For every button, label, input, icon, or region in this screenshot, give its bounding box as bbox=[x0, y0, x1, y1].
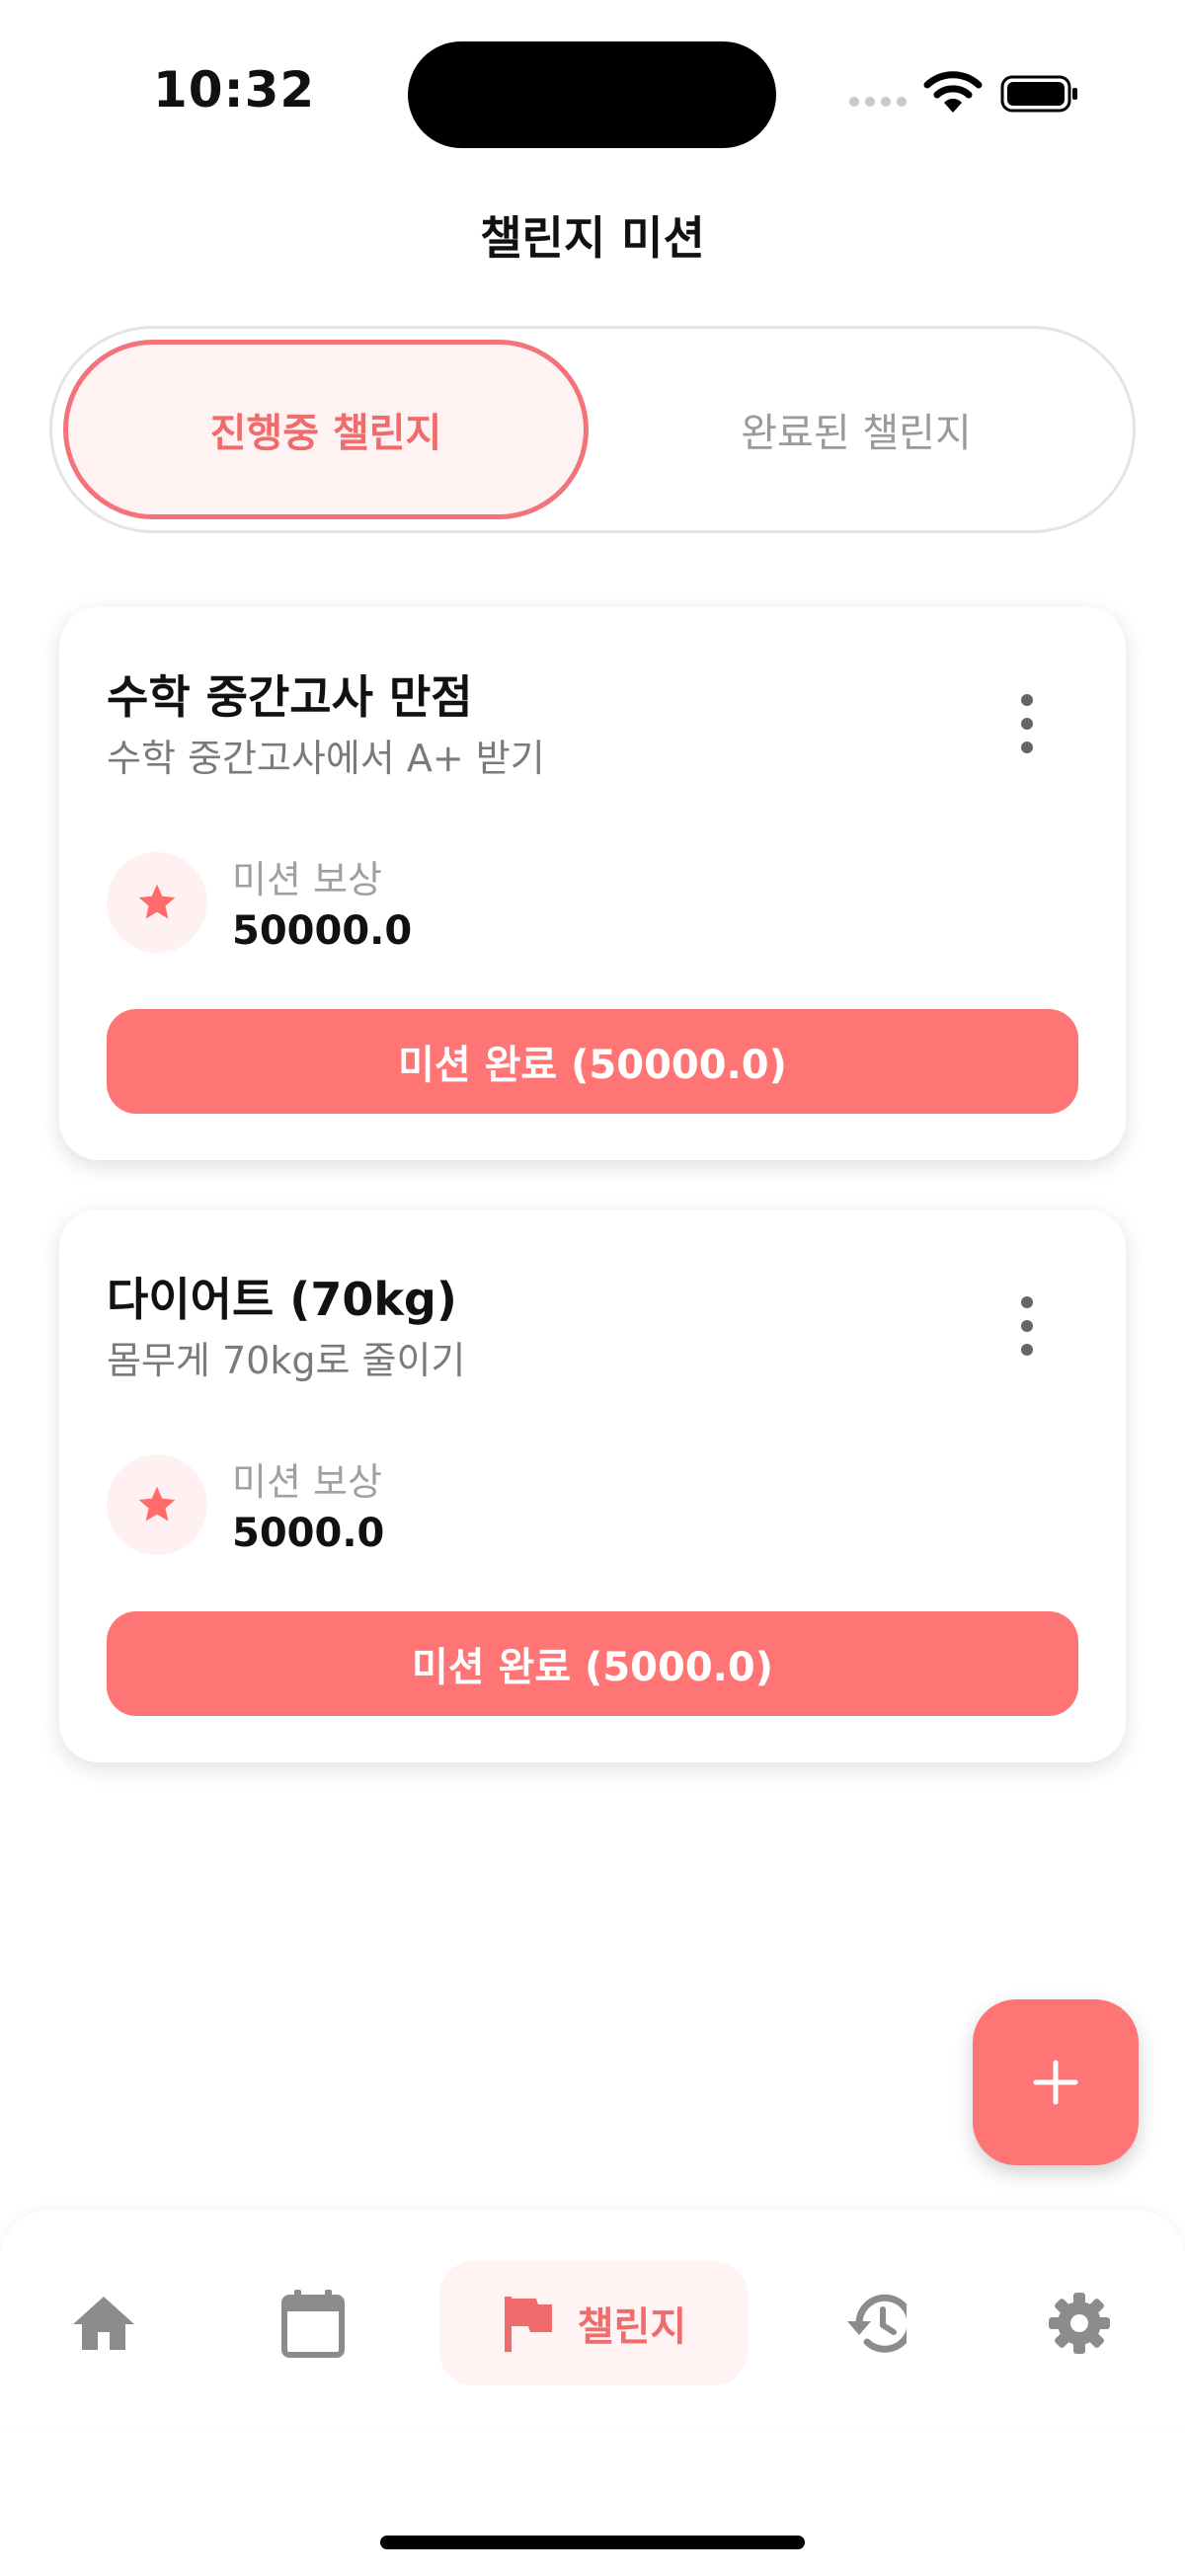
cellular-signal-icon bbox=[849, 97, 907, 109]
nav-challenge-label: 챌린지 bbox=[577, 2304, 687, 2350]
complete-mission-button[interactable]: 미션 완료 (50000.0) bbox=[107, 1009, 1078, 1114]
reward-label: 미션 보상 bbox=[232, 858, 382, 901]
more-options-button[interactable] bbox=[1017, 694, 1037, 753]
tab-in-progress[interactable]: 진행중 챌린지 bbox=[63, 340, 589, 519]
challenge-tabs: 진행중 챌린지 완료된 챌린지 bbox=[49, 326, 1136, 533]
reward-value: 50000.0 bbox=[232, 908, 413, 954]
challenge-card: 수학 중간고사 만점 수학 중간고사에서 A+ 받기 미션 보상 50000.0… bbox=[59, 607, 1126, 1160]
status-bar: 10:32 bbox=[0, 0, 1185, 188]
bottom-navigation: 챌린지 bbox=[0, 2210, 1185, 2427]
reward-value: 5000.0 bbox=[232, 1511, 385, 1556]
challenge-description: 몸무게 70kg로 줄이기 bbox=[107, 1339, 466, 1382]
tab-completed[interactable]: 완료된 챌린지 bbox=[593, 340, 1119, 519]
more-options-button[interactable] bbox=[1017, 1296, 1037, 1356]
nav-history[interactable] bbox=[828, 2261, 916, 2385]
reward-label: 미션 보상 bbox=[232, 1460, 382, 1504]
challenge-title: 다이어트 (70kg) bbox=[107, 1273, 457, 1326]
calendar-icon bbox=[281, 2290, 345, 2358]
home-icon bbox=[73, 2297, 134, 2350]
challenge-title: 수학 중간고사 만점 bbox=[107, 670, 473, 724]
history-icon bbox=[847, 2294, 907, 2353]
nav-home[interactable] bbox=[59, 2261, 148, 2385]
challenge-card: 다이어트 (70kg) 몸무게 70kg로 줄이기 미션 보상 5000.0 미… bbox=[59, 1210, 1126, 1762]
star-icon bbox=[107, 852, 207, 953]
complete-mission-button[interactable]: 미션 완료 (5000.0) bbox=[107, 1611, 1078, 1716]
nav-settings[interactable] bbox=[1035, 2261, 1124, 2385]
battery-icon bbox=[1000, 75, 1079, 113]
star-icon bbox=[107, 1454, 207, 1555]
nav-challenge[interactable]: 챌린지 bbox=[439, 2261, 748, 2385]
status-time: 10:32 bbox=[153, 61, 316, 118]
page-title: 챌린지 미션 bbox=[480, 211, 705, 265]
add-challenge-button[interactable] bbox=[973, 1999, 1139, 2165]
nav-calendar[interactable] bbox=[269, 2261, 357, 2385]
dynamic-island bbox=[408, 41, 776, 148]
challenge-description: 수학 중간고사에서 A+ 받기 bbox=[107, 737, 545, 780]
flag-icon bbox=[504, 2297, 552, 2352]
home-indicator[interactable] bbox=[380, 2536, 805, 2549]
wifi-icon bbox=[923, 67, 983, 117]
plus-icon bbox=[1033, 2060, 1078, 2105]
gear-icon bbox=[1049, 2293, 1110, 2354]
